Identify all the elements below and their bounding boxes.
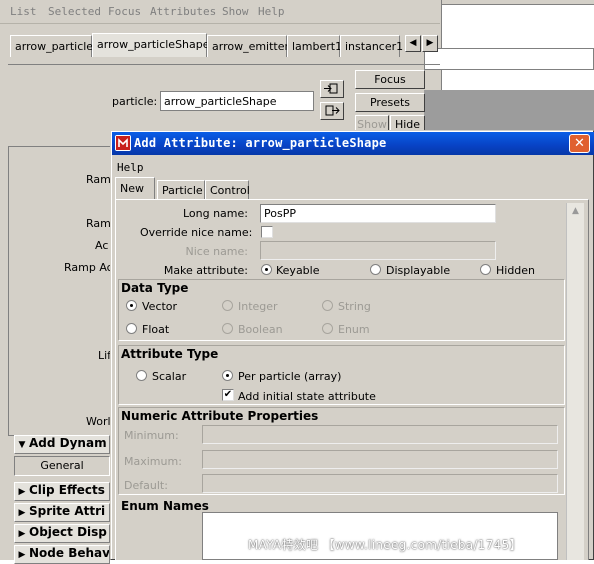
section-node-behavior[interactable]: ▶ Node Behav xyxy=(14,545,110,564)
tab-scroll-right-icon[interactable]: ▶ xyxy=(422,35,438,52)
output-arrow-icon xyxy=(325,105,340,116)
section-object-display[interactable]: ▶ Object Disp xyxy=(14,524,110,543)
initial-state-checkbox[interactable]: ✔ xyxy=(222,389,234,401)
scroll-up-icon[interactable]: ▲ xyxy=(568,204,583,219)
boolean-label: Boolean xyxy=(238,323,283,336)
maximum-input[interactable] xyxy=(202,450,558,469)
attribute-type-title: Attribute Type xyxy=(121,347,219,361)
enum-names-title: Enum Names xyxy=(121,499,209,513)
float-label: Float xyxy=(142,323,170,336)
default-input[interactable] xyxy=(202,474,558,493)
tab-lambert1[interactable]: lambert1 xyxy=(287,35,342,57)
tab-new[interactable]: New xyxy=(115,177,155,199)
keyable-label: Keyable xyxy=(276,264,320,277)
initial-state-label: Add initial state attribute xyxy=(238,390,376,403)
make-attribute-label: Make attribute: xyxy=(163,264,248,277)
float-radio[interactable] xyxy=(126,323,137,334)
menu-selected[interactable]: Selected xyxy=(48,5,101,18)
tab-instancer1[interactable]: instancer1 xyxy=(340,35,403,57)
collapsed-triangle-icon: ▶ xyxy=(18,508,26,518)
maya-app-icon xyxy=(115,135,131,151)
background-toolbar-edge xyxy=(442,0,594,5)
dialog-title: Add Attribute: arrow_particleShape xyxy=(134,136,387,150)
long-name-input[interactable]: PosPP xyxy=(260,204,496,223)
dialog-menu-help[interactable]: Help xyxy=(117,161,144,174)
keyable-radio[interactable] xyxy=(261,264,272,275)
attr-label-ac: Ac xyxy=(95,239,109,252)
presets-button[interactable]: Presets xyxy=(355,93,425,112)
general-button[interactable]: General xyxy=(14,456,110,476)
dialog-tabs: New Particle Control xyxy=(115,177,590,199)
tab-control[interactable]: Control xyxy=(205,180,250,199)
nice-name-label: Nice name: xyxy=(185,245,249,258)
hidden-radio[interactable] xyxy=(480,264,491,275)
data-type-title: Data Type xyxy=(121,281,189,295)
string-radio[interactable] xyxy=(322,300,333,311)
hidden-label: Hidden xyxy=(496,264,536,277)
menu-list[interactable]: List xyxy=(10,5,37,18)
background-field xyxy=(424,48,594,70)
override-nice-name-checkbox[interactable] xyxy=(261,226,273,238)
section-clip-effects[interactable]: ▶ Clip Effects xyxy=(14,482,110,501)
integer-label: Integer xyxy=(238,300,278,313)
watermark-text: MAYA特效吧 【www.lineeg.com/tieba/1745】 xyxy=(248,538,522,552)
menu-attributes[interactable]: Attributes xyxy=(150,5,216,18)
vector-label: Vector xyxy=(142,300,178,313)
minimum-input[interactable] xyxy=(202,425,558,444)
nice-name-input[interactable] xyxy=(260,241,496,260)
focus-button[interactable]: Focus xyxy=(355,70,425,89)
output-connection-button[interactable] xyxy=(320,102,344,120)
tab-arrow-particle[interactable]: arrow_particle xyxy=(10,35,93,57)
attr-label-ram-2: Ram xyxy=(86,217,111,230)
string-label: String xyxy=(338,300,371,313)
close-icon[interactable]: ✕ xyxy=(569,134,590,153)
collapsed-triangle-icon: ▶ xyxy=(18,487,26,497)
particle-label: particle: xyxy=(112,95,158,108)
per-particle-radio[interactable] xyxy=(222,370,233,381)
tab-arrow-particleshape[interactable]: arrow_particleShape xyxy=(92,33,210,57)
expanded-triangle-icon: ▼ xyxy=(18,440,26,450)
attr-label-ram-1: Ram xyxy=(86,173,111,186)
attribute-editor-menubar: List Selected Focus Attributes Show Help xyxy=(0,0,440,24)
per-particle-label: Per particle (array) xyxy=(238,370,342,383)
particle-name-field[interactable]: arrow_particleShape xyxy=(160,91,314,111)
attr-label-ramp-ac: Ramp Ac xyxy=(64,261,113,274)
numeric-properties-title: Numeric Attribute Properties xyxy=(121,409,319,423)
collapsed-triangle-icon: ▶ xyxy=(18,529,26,539)
attribute-list-area xyxy=(8,146,114,436)
override-nice-name-label: Override nice name: xyxy=(140,226,253,239)
section-add-dynamic[interactable]: ▼ Add Dynam xyxy=(14,435,110,454)
tab-arrow-emitter[interactable]: arrow_emitter xyxy=(207,35,289,57)
tab-scroll-left-icon[interactable]: ◀ xyxy=(405,35,421,52)
section-sprite-attributes[interactable]: ▶ Sprite Attri xyxy=(14,503,110,522)
enum-radio[interactable] xyxy=(322,323,333,334)
input-arrow-icon xyxy=(324,83,338,94)
attr-label-worl: Worl xyxy=(86,415,111,428)
enum-label: Enum xyxy=(338,323,370,336)
default-label: Default: xyxy=(124,479,168,492)
collapsed-triangle-icon: ▶ xyxy=(18,550,26,560)
long-name-label: Long name: xyxy=(182,207,248,220)
dialog-titlebar[interactable]: Add Attribute: arrow_particleShape ✕ xyxy=(112,132,594,155)
scalar-radio[interactable] xyxy=(136,370,147,381)
maximum-label: Maximum: xyxy=(124,455,182,468)
menu-focus[interactable]: Focus xyxy=(108,5,141,18)
menu-show[interactable]: Show xyxy=(222,5,249,18)
displayable-label: Displayable xyxy=(386,264,451,277)
node-tabs: arrow_particle arrow_particleShape arrow… xyxy=(8,33,440,57)
menu-help[interactable]: Help xyxy=(258,5,285,18)
scalar-label: Scalar xyxy=(152,370,187,383)
vector-radio[interactable] xyxy=(126,300,137,311)
integer-radio[interactable] xyxy=(222,300,233,311)
input-connection-button[interactable] xyxy=(320,80,344,98)
minimum-label: Minimum: xyxy=(124,429,179,442)
background-panel xyxy=(424,90,594,130)
boolean-radio[interactable] xyxy=(222,323,233,334)
vertical-scrollbar[interactable]: ▲ xyxy=(566,203,584,560)
tab-particle[interactable]: Particle xyxy=(157,180,205,199)
displayable-radio[interactable] xyxy=(370,264,381,275)
